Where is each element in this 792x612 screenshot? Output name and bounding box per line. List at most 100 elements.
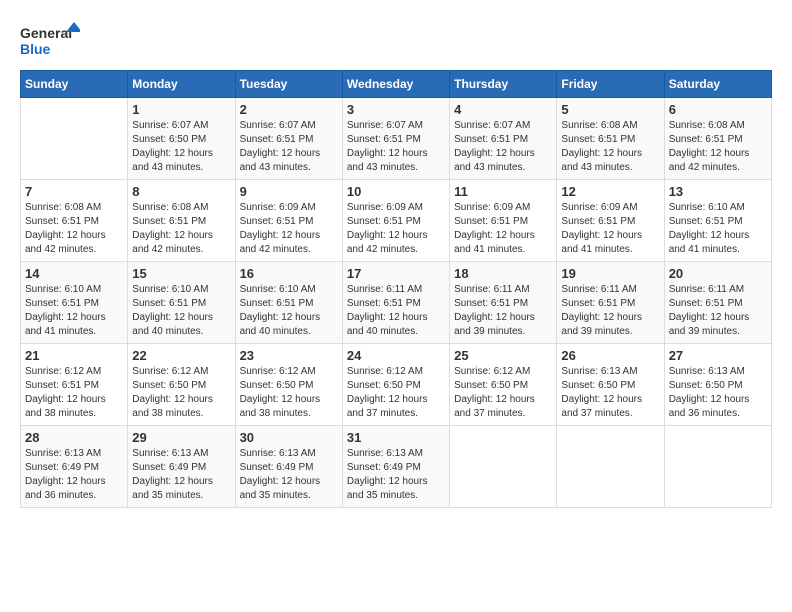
calendar-week-row: 28 Sunrise: 6:13 AM Sunset: 6:49 PM Dayli… <box>21 426 772 508</box>
day-info: Sunrise: 6:13 AM Sunset: 6:49 PM Dayligh… <box>347 447 445 503</box>
calendar-cell: 8 Sunrise: 6:08 AM Sunset: 6:51 PM Daylig… <box>128 180 235 262</box>
calendar-cell: 30 Sunrise: 6:13 AM Sunset: 6:49 PM Dayli… <box>235 426 342 508</box>
day-number: 10 <box>347 184 445 199</box>
calendar-cell: 10 Sunrise: 6:09 AM Sunset: 6:51 PM Dayli… <box>342 180 449 262</box>
day-info: Sunrise: 6:11 AM Sunset: 6:51 PM Dayligh… <box>669 283 767 339</box>
day-number: 7 <box>25 184 123 199</box>
day-number: 16 <box>240 266 338 281</box>
day-info: Sunrise: 6:09 AM Sunset: 6:51 PM Dayligh… <box>240 201 338 257</box>
calendar-cell <box>450 426 557 508</box>
day-info: Sunrise: 6:08 AM Sunset: 6:51 PM Dayligh… <box>561 119 659 175</box>
calendar-cell: 20Sunrise: 6:11 AM Sunset: 6:51 PM Dayli… <box>664 262 771 344</box>
day-info: Sunrise: 6:10 AM Sunset: 6:51 PM Dayligh… <box>669 201 767 257</box>
day-number: 17 <box>347 266 445 281</box>
calendar-week-row: 14 Sunrise: 6:10 AM Sunset: 6:51 PM Dayli… <box>21 262 772 344</box>
day-number: 12 <box>561 184 659 199</box>
day-info: Sunrise: 6:13 AM Sunset: 6:49 PM Dayligh… <box>25 447 123 503</box>
day-number: 3 <box>347 102 445 117</box>
weekday-header-sunday: Sunday <box>21 71 128 98</box>
day-number: 26 <box>561 348 659 363</box>
day-number: 13 <box>669 184 767 199</box>
calendar-cell: 2 Sunrise: 6:07 AM Sunset: 6:51 PM Daylig… <box>235 98 342 180</box>
day-info: Sunrise: 6:07 AM Sunset: 6:51 PM Dayligh… <box>240 119 338 175</box>
calendar-cell: 27Sunrise: 6:13 AM Sunset: 6:50 PM Dayli… <box>664 344 771 426</box>
day-info: Sunrise: 6:09 AM Sunset: 6:51 PM Dayligh… <box>347 201 445 257</box>
day-number: 14 <box>25 266 123 281</box>
calendar-cell: 18 Sunrise: 6:11 AM Sunset: 6:51 PM Dayli… <box>450 262 557 344</box>
day-number: 28 <box>25 430 123 445</box>
day-info: Sunrise: 6:13 AM Sunset: 6:49 PM Dayligh… <box>240 447 338 503</box>
day-number: 6 <box>669 102 767 117</box>
svg-text:Blue: Blue <box>20 41 51 57</box>
calendar-cell: 24Sunrise: 6:12 AM Sunset: 6:50 PM Dayli… <box>342 344 449 426</box>
day-info: Sunrise: 6:12 AM Sunset: 6:50 PM Dayligh… <box>347 365 445 421</box>
day-info: Sunrise: 6:10 AM Sunset: 6:51 PM Dayligh… <box>25 283 123 339</box>
day-number: 2 <box>240 102 338 117</box>
calendar-cell: 7 Sunrise: 6:08 AM Sunset: 6:51 PM Daylig… <box>21 180 128 262</box>
calendar-cell: 26Sunrise: 6:13 AM Sunset: 6:50 PM Dayli… <box>557 344 664 426</box>
day-info: Sunrise: 6:12 AM Sunset: 6:50 PM Dayligh… <box>240 365 338 421</box>
weekday-header-row: SundayMondayTuesdayWednesdayThursdayFrid… <box>21 71 772 98</box>
day-info: Sunrise: 6:11 AM Sunset: 6:51 PM Dayligh… <box>454 283 552 339</box>
header: General Blue <box>20 20 772 60</box>
weekday-header-saturday: Saturday <box>664 71 771 98</box>
calendar-cell <box>21 98 128 180</box>
day-number: 23 <box>240 348 338 363</box>
calendar-cell: 23 Sunrise: 6:12 AM Sunset: 6:50 PM Dayli… <box>235 344 342 426</box>
day-info: Sunrise: 6:12 AM Sunset: 6:50 PM Dayligh… <box>454 365 552 421</box>
calendar-cell: 17 Sunrise: 6:11 AM Sunset: 6:51 PM Dayli… <box>342 262 449 344</box>
weekday-header-tuesday: Tuesday <box>235 71 342 98</box>
calendar-cell: 9Sunrise: 6:09 AM Sunset: 6:51 PM Daylig… <box>235 180 342 262</box>
calendar-cell: 29 Sunrise: 6:13 AM Sunset: 6:49 PM Dayli… <box>128 426 235 508</box>
day-info: Sunrise: 6:11 AM Sunset: 6:51 PM Dayligh… <box>347 283 445 339</box>
day-info: Sunrise: 6:10 AM Sunset: 6:51 PM Dayligh… <box>240 283 338 339</box>
logo-svg: General Blue <box>20 20 80 60</box>
calendar-cell: 15 Sunrise: 6:10 AM Sunset: 6:51 PM Dayli… <box>128 262 235 344</box>
day-info: Sunrise: 6:08 AM Sunset: 6:51 PM Dayligh… <box>132 201 230 257</box>
day-info: Sunrise: 6:12 AM Sunset: 6:51 PM Dayligh… <box>25 365 123 421</box>
calendar-cell <box>557 426 664 508</box>
day-info: Sunrise: 6:13 AM Sunset: 6:49 PM Dayligh… <box>132 447 230 503</box>
calendar-cell: 11 Sunrise: 6:09 AM Sunset: 6:51 PM Dayli… <box>450 180 557 262</box>
calendar-cell: 19 Sunrise: 6:11 AM Sunset: 6:51 PM Dayli… <box>557 262 664 344</box>
calendar-cell: 21 Sunrise: 6:12 AM Sunset: 6:51 PM Dayli… <box>21 344 128 426</box>
day-number: 11 <box>454 184 552 199</box>
day-number: 21 <box>25 348 123 363</box>
calendar-cell: 13 Sunrise: 6:10 AM Sunset: 6:51 PM Dayli… <box>664 180 771 262</box>
weekday-header-friday: Friday <box>557 71 664 98</box>
calendar-cell: 6 Sunrise: 6:08 AM Sunset: 6:51 PM Daylig… <box>664 98 771 180</box>
day-number: 19 <box>561 266 659 281</box>
day-number: 1 <box>132 102 230 117</box>
calendar-week-row: 21 Sunrise: 6:12 AM Sunset: 6:51 PM Dayli… <box>21 344 772 426</box>
calendar-cell: 25Sunrise: 6:12 AM Sunset: 6:50 PM Dayli… <box>450 344 557 426</box>
day-number: 18 <box>454 266 552 281</box>
day-info: Sunrise: 6:11 AM Sunset: 6:51 PM Dayligh… <box>561 283 659 339</box>
day-info: Sunrise: 6:08 AM Sunset: 6:51 PM Dayligh… <box>669 119 767 175</box>
day-number: 29 <box>132 430 230 445</box>
calendar-cell: 4Sunrise: 6:07 AM Sunset: 6:51 PM Daylig… <box>450 98 557 180</box>
day-info: Sunrise: 6:07 AM Sunset: 6:51 PM Dayligh… <box>454 119 552 175</box>
day-number: 30 <box>240 430 338 445</box>
calendar-cell: 12 Sunrise: 6:09 AM Sunset: 6:51 PM Dayli… <box>557 180 664 262</box>
day-info: Sunrise: 6:08 AM Sunset: 6:51 PM Dayligh… <box>25 201 123 257</box>
calendar-cell: 1 Sunrise: 6:07 AM Sunset: 6:50 PM Daylig… <box>128 98 235 180</box>
weekday-header-monday: Monday <box>128 71 235 98</box>
calendar-cell: 16 Sunrise: 6:10 AM Sunset: 6:51 PM Dayli… <box>235 262 342 344</box>
calendar-cell: 22 Sunrise: 6:12 AM Sunset: 6:50 PM Dayli… <box>128 344 235 426</box>
calendar-cell: 5Sunrise: 6:08 AM Sunset: 6:51 PM Daylig… <box>557 98 664 180</box>
day-number: 22 <box>132 348 230 363</box>
logo: General Blue <box>20 20 80 60</box>
day-info: Sunrise: 6:10 AM Sunset: 6:51 PM Dayligh… <box>132 283 230 339</box>
day-info: Sunrise: 6:09 AM Sunset: 6:51 PM Dayligh… <box>454 201 552 257</box>
calendar-week-row: 7 Sunrise: 6:08 AM Sunset: 6:51 PM Daylig… <box>21 180 772 262</box>
day-info: Sunrise: 6:09 AM Sunset: 6:51 PM Dayligh… <box>561 201 659 257</box>
day-info: Sunrise: 6:07 AM Sunset: 6:50 PM Dayligh… <box>132 119 230 175</box>
weekday-header-thursday: Thursday <box>450 71 557 98</box>
day-number: 8 <box>132 184 230 199</box>
day-number: 31 <box>347 430 445 445</box>
day-number: 27 <box>669 348 767 363</box>
svg-text:General: General <box>20 25 72 41</box>
day-number: 15 <box>132 266 230 281</box>
day-info: Sunrise: 6:07 AM Sunset: 6:51 PM Dayligh… <box>347 119 445 175</box>
day-info: Sunrise: 6:12 AM Sunset: 6:50 PM Dayligh… <box>132 365 230 421</box>
